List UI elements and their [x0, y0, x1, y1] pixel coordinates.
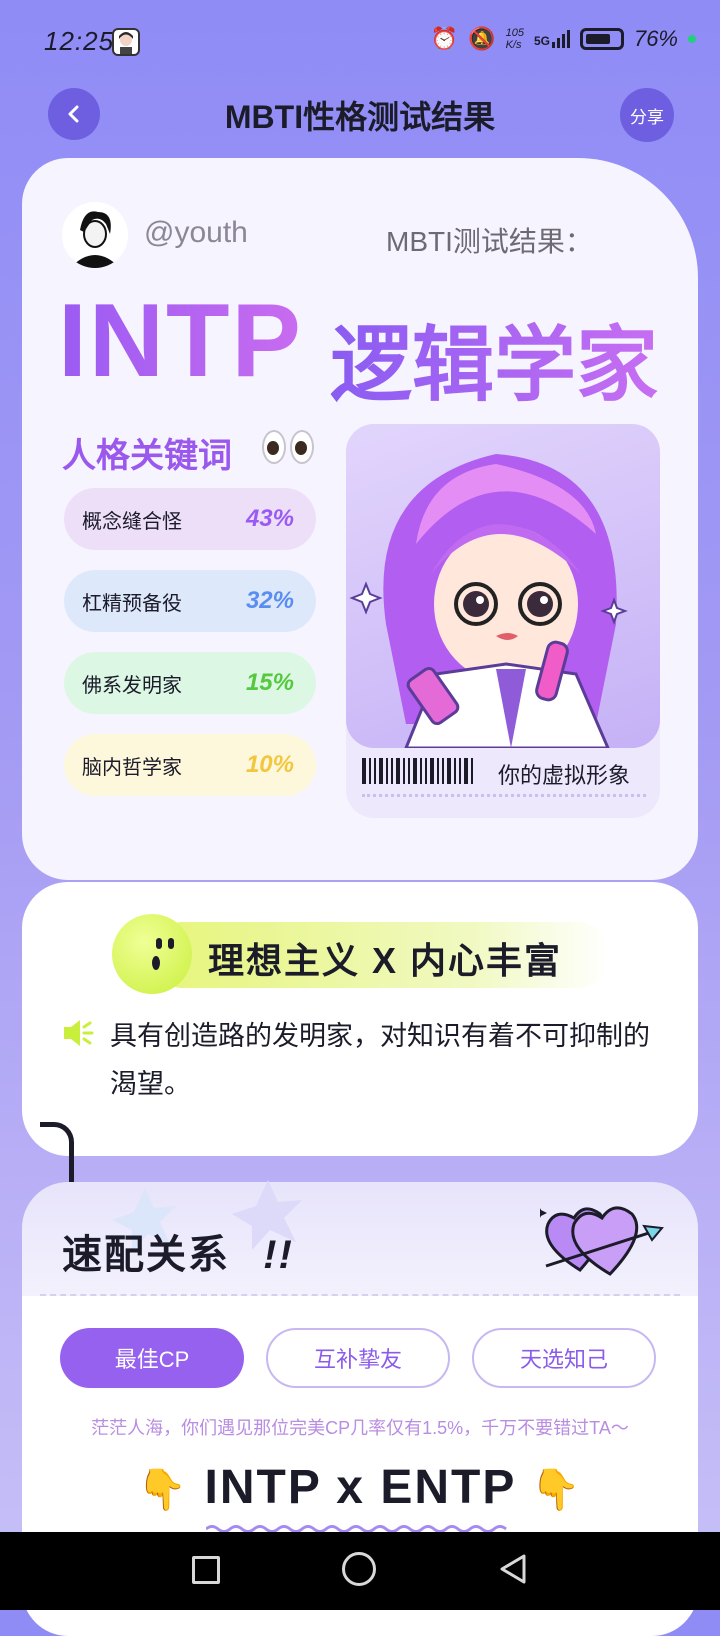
keyword-percent: 43%: [245, 505, 294, 532]
pointing-down-hand-icon: 👇: [530, 1468, 583, 1512]
keyword-pill: 脑内哲学家 10%: [64, 734, 316, 796]
mbti-result-label: MBTI测试结果：: [386, 226, 593, 257]
alarm-icon: ⏰: [430, 26, 459, 51]
divider: [362, 794, 646, 797]
user-avatar[interactable]: [62, 202, 128, 268]
battery-percent: 76%: [633, 26, 678, 51]
avatar-caption: 你的虚拟形象: [498, 763, 631, 788]
keyword-label: 脑内哲学家: [82, 756, 182, 779]
status-indicators: ⏰ 🔕 105 K/s 5G 76%: [431, 26, 696, 52]
net-speed-value: 105: [505, 27, 524, 39]
keywords-title: 人格关键词: [62, 437, 232, 475]
battery-fill: [585, 34, 610, 44]
privacy-indicator-dot: [688, 35, 696, 43]
match-note: 茫茫人海，你们遇见那位完美CP几率仅有1.5%，千万不要错过TA～: [91, 1418, 629, 1438]
network-type: 5G: [533, 34, 550, 48]
tab-destined-soulmate[interactable]: 天选知己: [472, 1328, 656, 1388]
keyword-percent: 10%: [245, 751, 294, 778]
keyword-label: 杠精预备役: [82, 592, 182, 615]
mute-bell-icon: 🔕: [468, 26, 496, 51]
net-speed: 105 K/s: [506, 27, 524, 51]
barcode-icon: [362, 758, 473, 784]
match-title-text: 速配关系: [62, 1233, 230, 1277]
match-pair: 👇 INTP x ENTP 👇: [0, 1460, 720, 1515]
trait-description: 具有创造路的发明家，对知识有着不可抑制的渴望。: [110, 1021, 650, 1099]
notification-avatar-icon: [112, 28, 140, 56]
status-time: 12:25: [44, 26, 115, 56]
match-pair-text: INTP x ENTP: [204, 1461, 516, 1514]
mbti-type: INTP: [58, 283, 303, 399]
keyword-percent: 15%: [245, 669, 294, 696]
net-speed-unit: K/s: [505, 39, 522, 51]
keyword-label: 佛系发明家: [82, 674, 182, 697]
keyword-percent: 32%: [245, 587, 294, 614]
eyes-icon: [262, 430, 314, 464]
tab-complementary-friend[interactable]: 互补挚友: [266, 1328, 450, 1388]
keyword-pill: 佛系发明家 15%: [64, 652, 316, 714]
username: @youth: [144, 216, 248, 249]
home-button[interactable]: [342, 1552, 376, 1586]
pointing-down-hand-icon: 👇: [137, 1468, 190, 1512]
trait-title: 理想主义 X 内心丰富: [208, 940, 563, 981]
signal-icon: 5G: [534, 30, 570, 48]
lime-face-icon: [112, 914, 192, 994]
nav-back-button[interactable]: [496, 1552, 530, 1586]
page-title: MBTI性格测试结果: [224, 99, 496, 135]
match-title-suffix: !!: [263, 1233, 294, 1277]
keyword-label: 概念缝合怪: [82, 510, 182, 533]
virtual-avatar-image[interactable]: [346, 424, 660, 748]
mbti-type-name: 逻辑学家: [330, 298, 658, 417]
match-title: 速配关系 !!: [62, 1222, 294, 1280]
keyword-pill: 概念缝合怪 43%: [64, 488, 316, 550]
battery-icon: [579, 28, 624, 50]
hearts-arrow-icon: [529, 1200, 664, 1280]
recent-apps-button[interactable]: [192, 1556, 220, 1584]
share-button[interactable]: 分享: [620, 88, 674, 142]
tab-best-cp[interactable]: 最佳CP: [60, 1328, 244, 1388]
keyword-pill: 杠精预备役 32%: [64, 570, 316, 632]
speaker-icon: [62, 1018, 94, 1048]
